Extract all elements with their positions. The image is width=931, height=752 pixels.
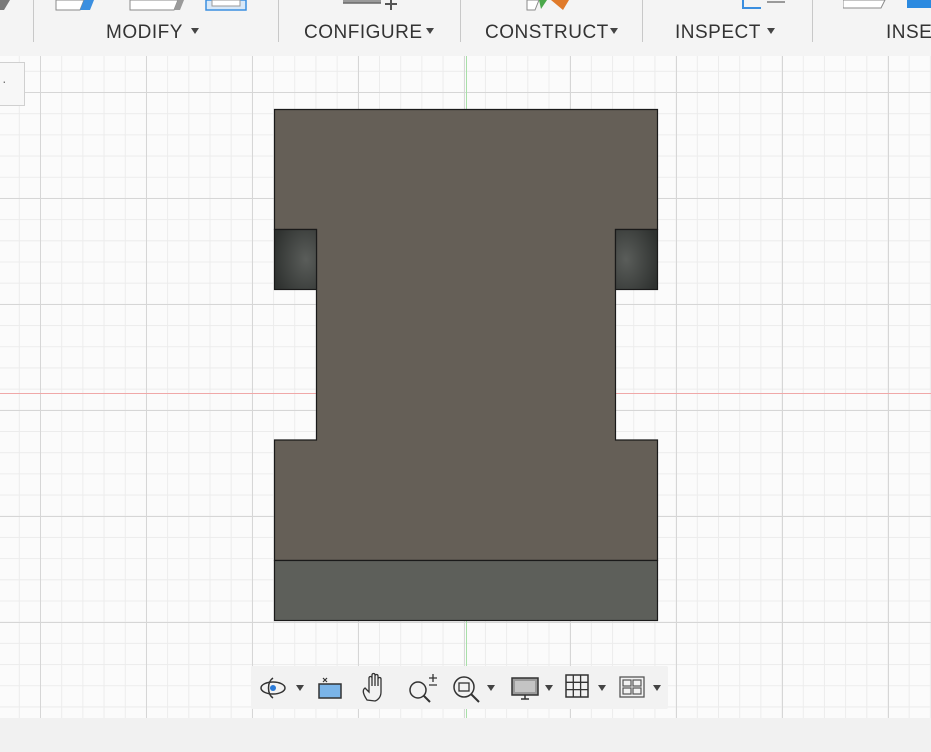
fillet-icon[interactable] [128,0,188,12]
construct-group[interactable]: CONSTRUCT [461,0,641,56]
grid-settings-button[interactable] [561,666,611,709]
configure-table-icon[interactable] [341,0,403,12]
construct-plane-icon[interactable] [525,0,573,12]
toolbar: MODIFY CONFIGURE CONSTRUCT INSPECT INSE [0,0,931,56]
model-bottom-face[interactable] [273,559,659,622]
look-at-button[interactable] [311,666,347,709]
display-settings-dropdown-caret[interactable] [545,685,553,691]
zoom-button[interactable] [401,666,441,709]
zoom-window-dropdown-caret[interactable] [487,685,495,691]
construct-dropdown-caret[interactable] [610,28,618,34]
pan-hand-icon [362,672,382,702]
display-settings-button[interactable] [505,666,557,709]
modify-left-partial-icon[interactable] [0,0,12,14]
pan-button[interactable] [355,666,395,709]
bottom-strip [0,718,931,752]
zoom-window-icon [453,676,480,703]
grid-settings-icon [565,674,589,698]
zoom-icon [409,674,437,703]
viewports-icon [619,676,645,698]
orbit-dropdown-caret[interactable] [296,685,304,691]
model-body[interactable] [270,104,662,622]
canvas-viewport[interactable]: · [0,56,931,718]
viewports-button[interactable] [615,666,667,709]
modify-dropdown-caret[interactable] [191,28,199,34]
viewports-dropdown-caret[interactable] [653,685,661,691]
inspect-menu-label[interactable]: INSPECT [675,22,761,44]
insert-group[interactable]: INSE [813,0,931,56]
construct-menu-label[interactable]: CONSTRUCT [485,22,609,44]
model-left-recess[interactable] [273,228,318,291]
press-pull-icon[interactable] [54,0,96,12]
inspect-group[interactable]: INSPECT [643,0,811,56]
configure-dropdown-caret[interactable] [426,28,434,34]
configure-group[interactable]: CONFIGURE [279,0,459,56]
zoom-window-button[interactable] [447,666,499,709]
insert-icon[interactable] [843,0,931,12]
view-cube-dot-icon: · [2,73,7,89]
display-settings-icon [511,677,539,700]
measure-icon[interactable] [739,0,791,12]
navigation-bar [251,666,668,709]
insert-menu-label[interactable]: INSE [886,22,931,44]
shell-icon[interactable] [204,0,248,12]
view-cube[interactable]: · [0,62,25,106]
orbit-icon [260,677,286,699]
model-face[interactable] [273,108,659,562]
look-at-icon [318,677,342,699]
inspect-dropdown-caret[interactable] [767,28,775,34]
modify-menu-label[interactable]: MODIFY [106,22,183,44]
model-right-recess[interactable] [614,228,659,291]
grid-settings-dropdown-caret[interactable] [598,685,606,691]
configure-menu-label[interactable]: CONFIGURE [304,22,423,44]
orbit-button[interactable] [253,666,307,709]
modify-group[interactable]: MODIFY [34,0,277,56]
